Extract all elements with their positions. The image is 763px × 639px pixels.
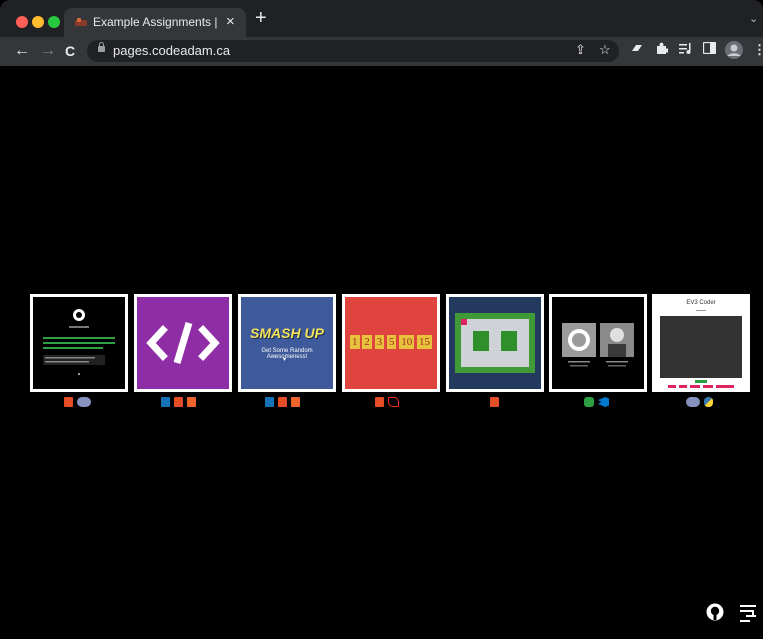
project-card-game-board[interactable] bbox=[446, 294, 544, 392]
lock-icon bbox=[98, 42, 105, 52]
active-tab[interactable]: Example Assignments | Adam × bbox=[64, 8, 246, 37]
ev3-coder-screenshot bbox=[660, 310, 742, 388]
ev3-title: EV3 Coder bbox=[686, 300, 716, 306]
css3-icon bbox=[161, 397, 170, 407]
github-profile-screenshot bbox=[562, 323, 634, 367]
browser-window: Example Assignments | Adam × + ⌄ ← → C p… bbox=[0, 0, 763, 639]
smash-up-subtitle: Get Some Random Awesomeness! bbox=[261, 348, 313, 360]
tab-title: Example Assignments | Adam bbox=[93, 15, 218, 29]
project-card-ev3-coder[interactable]: EV3 Coder bbox=[652, 294, 750, 392]
browser-toolbar: ← → C pages.codeadam.ca ⇪ ☆ ⋮ bbox=[0, 37, 763, 66]
smash-up-logo: SMASH UP bbox=[250, 325, 324, 341]
project-card-github-profile[interactable] bbox=[549, 294, 647, 392]
zoom-window-button[interactable] bbox=[48, 16, 60, 28]
back-button[interactable]: ← bbox=[14, 41, 30, 61]
project-card-numbers[interactable]: 1 2 3 5 10 15 bbox=[342, 294, 440, 392]
github-icon[interactable] bbox=[706, 603, 724, 626]
laravel-icon bbox=[388, 397, 399, 407]
vscode-icon bbox=[598, 397, 609, 407]
html5-icon bbox=[64, 397, 73, 407]
project-card-smash-up[interactable]: SMASH UP Get Some Random Awesomeness! ▾ bbox=[238, 294, 336, 392]
number-tiles: 1 2 3 5 10 15 bbox=[350, 335, 432, 349]
bookmark-star-icon[interactable]: ☆ bbox=[599, 42, 611, 58]
puzzle-icon[interactable] bbox=[655, 42, 670, 59]
close-window-button[interactable] bbox=[16, 16, 28, 28]
project-card-terminal[interactable] bbox=[30, 294, 128, 392]
minimize-window-button[interactable] bbox=[32, 16, 44, 28]
html5-icon bbox=[278, 397, 287, 407]
html5-icon bbox=[375, 397, 384, 407]
share-icon[interactable]: ⇪ bbox=[575, 42, 586, 58]
tech-icons-smash-up bbox=[263, 397, 302, 409]
tab-search-button[interactable]: ⌄ bbox=[749, 12, 758, 25]
sidebar-icon[interactable] bbox=[702, 41, 717, 58]
tech-icons-terminal bbox=[62, 397, 93, 409]
extension-icon[interactable] bbox=[630, 42, 644, 58]
tech-icons-github-profile bbox=[582, 397, 611, 409]
forward-button[interactable]: → bbox=[40, 41, 56, 61]
project-card-code[interactable] bbox=[134, 294, 232, 392]
code-brackets-icon bbox=[146, 321, 220, 365]
html5-icon bbox=[490, 397, 499, 407]
python-icon bbox=[704, 397, 713, 407]
smash-up-arrow-icon: ▾ bbox=[283, 357, 287, 363]
tech-icons-game-board bbox=[488, 397, 501, 409]
media-icon[interactable] bbox=[679, 42, 693, 58]
css3-icon bbox=[265, 397, 274, 407]
site-favicon-icon bbox=[75, 18, 87, 26]
page-content: SMASH UP Get Some Random Awesomeness! ▾ … bbox=[0, 66, 763, 639]
html5-icon bbox=[174, 397, 183, 407]
new-tab-button[interactable]: + bbox=[255, 8, 267, 28]
github-copilot-icon bbox=[584, 397, 594, 407]
tab-strip: Example Assignments | Adam × + ⌄ bbox=[0, 0, 763, 37]
html5-icon bbox=[291, 397, 300, 407]
reload-button[interactable]: C bbox=[65, 41, 75, 61]
profile-avatar[interactable] bbox=[725, 41, 743, 63]
browser-menu-button[interactable]: ⋮ bbox=[753, 42, 763, 58]
address-bar[interactable]: pages.codeadam.ca ⇪ ☆ bbox=[87, 40, 619, 62]
html5-icon bbox=[187, 397, 196, 407]
tab-close-button[interactable]: × bbox=[226, 13, 235, 30]
codeadam-logo-icon[interactable] bbox=[738, 603, 758, 630]
game-board-screenshot bbox=[455, 313, 535, 373]
terminal-screenshot bbox=[43, 309, 115, 375]
url-text[interactable]: pages.codeadam.ca bbox=[113, 43, 230, 58]
tech-icons-ev3-coder bbox=[684, 397, 715, 409]
php-elephant-icon bbox=[77, 397, 91, 407]
tech-icons-numbers bbox=[373, 397, 401, 409]
php-elephant-icon bbox=[686, 397, 700, 407]
tech-icons-code bbox=[159, 397, 198, 409]
